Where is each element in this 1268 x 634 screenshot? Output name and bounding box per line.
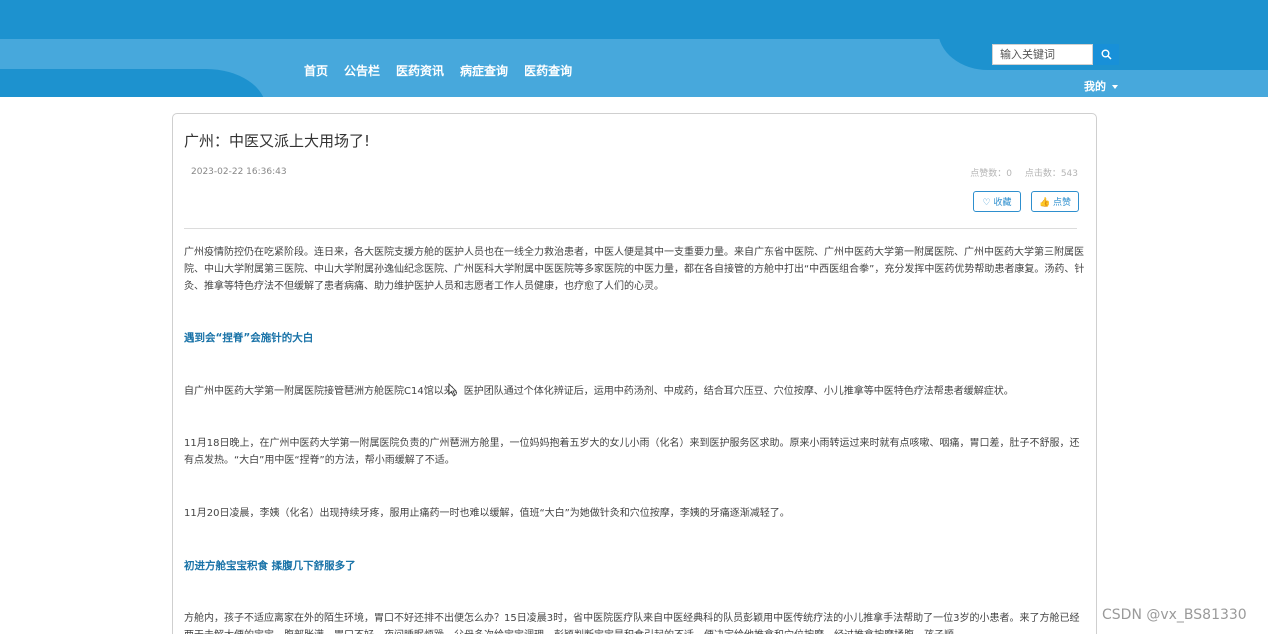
section-heading: 初进方舱宝宝积食 揉腹几下舒服多了 <box>184 560 356 572</box>
article-paragraph: 自广州中医药大学第一附属医院接管琶洲方舱医院C14馆以来，医护团队通过个体化辨证… <box>184 386 1014 397</box>
nav-item-home[interactable]: 首页 <box>304 62 328 79</box>
watermark: CSDN @vx_BS81330 <box>1102 607 1247 623</box>
like-button[interactable]: 👍 点赞 <box>1031 191 1079 212</box>
nav-item-medicine-query[interactable]: 医药查询 <box>524 62 572 79</box>
favorite-button[interactable]: ♡ 收藏 <box>973 191 1021 212</box>
clicks-count: 点击数：543 <box>1024 169 1078 179</box>
article-paragraph: 11月18日晚上，在广州中医药大学第一附属医院负责的广州琶洲方舱里，一位妈妈抱着… <box>184 438 1080 466</box>
article-stats: 点赞数：0 点击数：543 <box>960 166 1078 179</box>
section-heading: 遇到会“捏脊”会施针的大白 <box>184 332 314 344</box>
mouse-cursor-icon <box>448 383 457 397</box>
site-header: 首页 公告栏 医药资讯 病症查询 医药查询 我的 <box>0 0 1268 97</box>
article-date: 2023-02-22 16:36:43 <box>191 167 287 177</box>
search-icon <box>1101 49 1112 60</box>
header-wave-left <box>0 69 266 97</box>
search-input[interactable] <box>992 44 1093 65</box>
nav-item-disease-query[interactable]: 病症查询 <box>460 62 508 79</box>
article-paragraph: 11月20日凌晨，李姨（化名）出现持续牙疼，服用止痛药一时也难以缓解，值班“大白… <box>184 508 790 519</box>
divider <box>184 228 1077 229</box>
article-paragraph: 广州疫情防控仍在吃紧阶段。连日来，各大医院支援方舱的医护人员也在一线全力救治患者… <box>184 247 1085 292</box>
article-title: 广州：中医又派上大用场了! <box>184 132 371 150</box>
nav-item-notice-board[interactable]: 公告栏 <box>344 62 380 79</box>
search-button[interactable] <box>1093 44 1119 65</box>
user-menu-label: 我的 <box>1084 80 1106 93</box>
nav-item-medical-news[interactable]: 医药资讯 <box>396 62 444 79</box>
article-paragraph: 方舱内，孩子不适应离家在外的陌生环境，胃口不好还排不出便怎么办？15日凌晨3时，… <box>184 613 1080 634</box>
likes-count: 点赞数：0 <box>970 169 1012 179</box>
chevron-down-icon <box>1112 85 1118 89</box>
user-menu[interactable]: 我的 <box>1084 78 1118 94</box>
main-nav: 首页 公告栏 医药资讯 病症查询 医药查询 <box>304 62 588 79</box>
article-card: 广州：中医又派上大用场了! 2023-02-22 16:36:43 点赞数：0 … <box>172 113 1097 634</box>
